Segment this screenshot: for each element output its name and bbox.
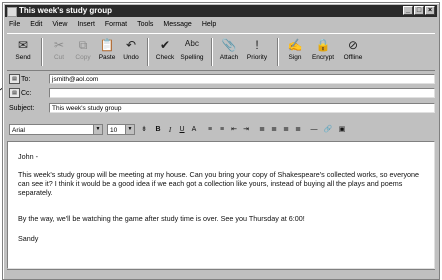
priority-button[interactable]: ! Priority xyxy=(245,36,269,68)
italic-button[interactable]: I xyxy=(165,125,175,135)
horizontal-line-icon[interactable]: — xyxy=(309,125,319,135)
menu-tools[interactable]: Tools xyxy=(137,19,153,31)
greeting-text: John - xyxy=(18,152,38,161)
font-size-select[interactable]: 10 ▼ xyxy=(107,124,135,135)
offline-button[interactable]: ⊘ Offline xyxy=(339,36,367,68)
window-title: This week's study group xyxy=(19,6,113,15)
to-field[interactable]: jsmith@aol.com xyxy=(49,74,435,84)
cut-button[interactable]: ✂ Cut xyxy=(47,36,71,68)
sign-button[interactable]: ✍ Sign xyxy=(283,36,307,68)
paste-icon: 📋 xyxy=(99,38,115,52)
underline-button[interactable]: U xyxy=(177,125,187,135)
font-color-button[interactable]: A xyxy=(189,125,199,135)
message-icon xyxy=(7,7,17,17)
to-row: ▤ To: xyxy=(9,74,30,85)
check-names-button[interactable]: ✔ Check xyxy=(153,36,177,68)
increase-indent-icon[interactable]: ⇥ xyxy=(241,125,251,135)
formatting-toolbar: Arial ▼ 10 ▼ ⇟ B I U A ≡ ≡ ⇤ ⇥ ≣ ≣ ≣ ≣ — 🔗… xyxy=(7,123,435,137)
link-icon[interactable]: 🔗 xyxy=(323,125,333,135)
undo-icon: ↶ xyxy=(125,38,137,52)
address-book-icon[interactable]: ▤ xyxy=(9,74,20,85)
undo-button[interactable]: ↶ Undo xyxy=(119,36,143,68)
menu-bar: File Edit View Insert Format Tools Messa… xyxy=(9,19,216,31)
subject-field[interactable]: This week's study group xyxy=(49,103,435,113)
priority-icon: ! xyxy=(255,38,259,52)
insert-picture-icon[interactable]: ▣ xyxy=(337,125,347,135)
chevron-down-icon: ▼ xyxy=(125,125,134,134)
numbered-list-icon[interactable]: ≡ xyxy=(205,125,215,135)
paste-button[interactable]: 📋 Paste xyxy=(95,36,119,68)
style-icon[interactable]: ⇟ xyxy=(139,125,149,135)
check-names-icon: ✔ xyxy=(159,38,171,52)
subject-row: Subject: xyxy=(9,103,34,114)
compose-window: This week's study group _ □ × File Edit … xyxy=(2,2,440,280)
offline-icon: ⊘ xyxy=(347,38,359,52)
menu-view[interactable]: View xyxy=(52,19,67,31)
copy-button[interactable]: ⧉ Copy xyxy=(71,36,95,68)
align-center-icon[interactable]: ≣ xyxy=(269,125,279,135)
minimize-button[interactable]: _ xyxy=(403,6,413,15)
paperclip-icon: 📎 xyxy=(221,38,237,52)
encrypt-button[interactable]: 🔒 Encrypt xyxy=(309,36,337,68)
title-bar: This week's study group _ □ × xyxy=(5,5,437,17)
spelling-button[interactable]: ᴬᵇᶜ Spelling xyxy=(177,36,207,68)
bold-button[interactable]: B xyxy=(153,125,163,135)
send-button[interactable]: ✉ Send xyxy=(11,36,35,68)
justify-icon[interactable]: ≣ xyxy=(293,125,303,135)
cut-icon: ✂ xyxy=(53,38,65,52)
copy-icon: ⧉ xyxy=(78,38,88,52)
message-body[interactable]: John - This week's study group will be m… xyxy=(7,141,435,269)
cc-row: ▤ Cc: xyxy=(9,88,32,99)
cc-field[interactable] xyxy=(49,88,435,98)
menu-format[interactable]: Format xyxy=(105,19,127,31)
signature-text: Sandy xyxy=(18,234,39,243)
body-paragraph-1: This week's study group will be meeting … xyxy=(18,170,420,197)
decrease-indent-icon[interactable]: ⇤ xyxy=(229,125,239,135)
maximize-button[interactable]: □ xyxy=(414,6,424,15)
font-select[interactable]: Arial ▼ xyxy=(9,124,103,135)
menu-message[interactable]: Message xyxy=(163,19,191,31)
subject-label: Subject: xyxy=(9,105,35,112)
cc-label: Cc: xyxy=(21,90,32,97)
body-paragraph-2: By the way, we'll be watching the game a… xyxy=(18,214,305,223)
spelling-icon: ᴬᵇᶜ xyxy=(184,38,200,52)
status-bar xyxy=(7,269,435,278)
attach-button[interactable]: 📎 Attach xyxy=(217,36,241,68)
bullet-list-icon[interactable]: ≡ xyxy=(217,125,227,135)
toolbar: ✉ Send ✂ Cut ⧉ Copy 📋 Paste ↶ Undo ✔ Check ᴬᵇᶜ… xyxy=(7,33,435,71)
chevron-down-icon: ▼ xyxy=(93,125,102,134)
sign-icon: ✍ xyxy=(287,38,303,52)
to-label: To: xyxy=(21,76,31,83)
align-left-icon[interactable]: ≣ xyxy=(257,125,267,135)
menu-insert[interactable]: Insert xyxy=(77,19,95,31)
align-right-icon[interactable]: ≣ xyxy=(281,125,291,135)
close-button[interactable]: × xyxy=(425,6,435,15)
menu-file[interactable]: File xyxy=(9,19,20,31)
address-book-icon[interactable]: ▤ xyxy=(9,88,20,99)
send-icon: ✉ xyxy=(17,38,29,52)
menu-help[interactable]: Help xyxy=(202,19,216,31)
encrypt-icon: 🔒 xyxy=(315,38,331,52)
menu-edit[interactable]: Edit xyxy=(30,19,42,31)
